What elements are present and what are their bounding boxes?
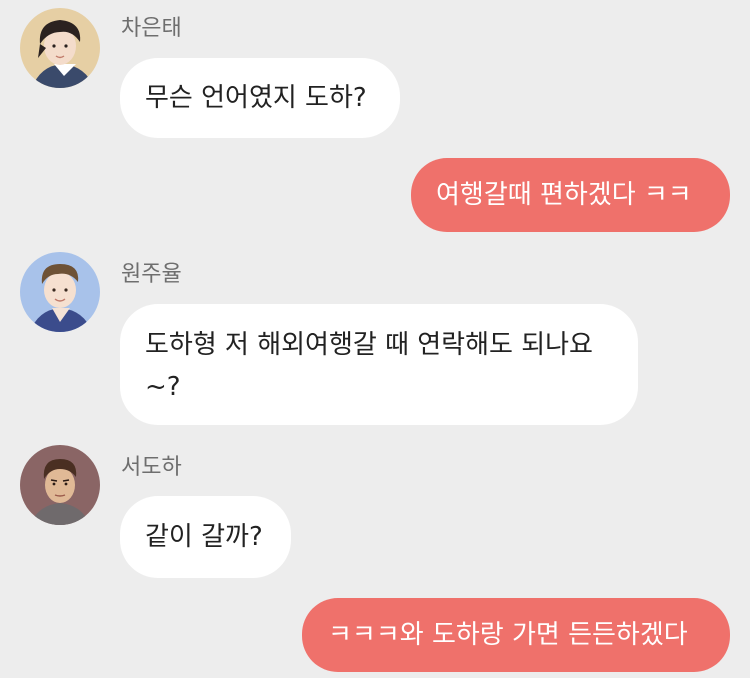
message-text: ㅋㅋㅋ와 도하랑 가면 든든하겠다 <box>328 620 688 650</box>
message-bubble-incoming[interactable]: 같이 갈까? <box>120 496 291 578</box>
message-bubble-incoming[interactable]: 무슨 언어였지 도하? <box>120 58 400 138</box>
sender-name: 원주율 <box>121 262 182 287</box>
sender-name: 서도하 <box>121 455 182 480</box>
message-text: 도하형 저 해외여행갈 때 연락해도 되나요~? <box>145 330 593 402</box>
avatar-icon[interactable] <box>20 8 100 88</box>
message-bubble-outgoing[interactable]: ㅋㅋㅋ와 도하랑 가면 든든하겠다 <box>302 598 730 672</box>
message-bubble-outgoing[interactable]: 여행갈때 편하겠다 ㅋㅋ <box>411 158 730 232</box>
avatar-icon[interactable] <box>20 252 100 332</box>
avatar-icon[interactable] <box>20 445 100 525</box>
message-text: 무슨 언어였지 도하? <box>145 83 367 113</box>
message-bubble-incoming[interactable]: 도하형 저 해외여행갈 때 연락해도 되나요~? <box>120 304 638 425</box>
message-text: 같이 갈까? <box>145 522 263 552</box>
message-text: 여행갈때 편하겠다 ㅋㅋ <box>436 180 692 210</box>
sender-name: 차은태 <box>121 16 182 41</box>
